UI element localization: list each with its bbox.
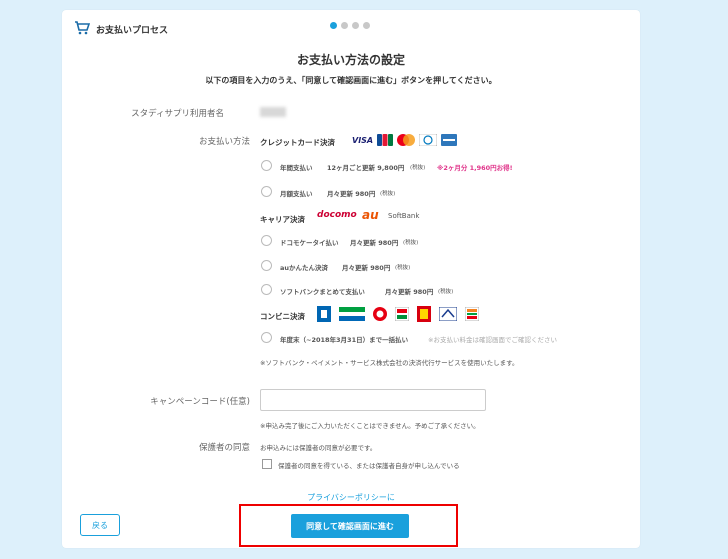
- dailyyamazaki-icon: [439, 307, 457, 321]
- page-title: お支払い方法の設定: [296, 53, 405, 67]
- docomo-option-name: ドコモケータイ払い: [280, 239, 339, 247]
- campaign-code-input[interactable]: [260, 389, 486, 411]
- credit-monthly-detail: 月々更新 980円: [327, 190, 376, 198]
- page-subtitle: 以下の項目を入力のうえ、「同意して確認画面に進む」ボタンを押してください。: [205, 76, 497, 85]
- credit-monthly-tax: (税抜): [380, 191, 396, 197]
- jcb-icon: [377, 134, 394, 146]
- back-button[interactable]: 戻る: [80, 514, 120, 536]
- softbank-logo: SoftBank: [388, 212, 420, 220]
- credit-monthly-name: 月額支払い: [280, 190, 313, 198]
- guardian-checkbox-label: 保護者の同意を得ている、または保護者自身が申し込んでいる: [278, 462, 460, 470]
- softbank-option-name: ソフトバンクまとめて支払い: [280, 288, 365, 296]
- credit-annual-tax: (税抜): [410, 165, 426, 171]
- campaign-code-note: ※申込み完了後にご入力いただくことはできません。予めご了承ください。: [260, 422, 480, 430]
- radio-softbank[interactable]: [261, 284, 272, 295]
- radio-convenience[interactable]: [261, 332, 272, 343]
- process-title: お支払いプロセス: [96, 26, 169, 36]
- credit-heading: クレジットカード決済: [260, 138, 335, 147]
- payment-card: お支払いプロセス お支払い方法の設定 以下の項目を入力のうえ、「同意して確認画面…: [62, 10, 640, 548]
- au-logo: au: [362, 208, 379, 222]
- credit-annual-name: 年間支払い: [280, 164, 313, 172]
- radio-credit-monthly[interactable]: [261, 186, 272, 197]
- step-dot-2: [341, 22, 348, 29]
- diners-icon: [419, 134, 438, 146]
- user-name-label: スタディサプリ利用者名: [131, 109, 224, 119]
- radio-au[interactable]: [261, 260, 272, 271]
- au-option-name: auかんたん決済: [280, 264, 329, 272]
- seveneleven-icon: [465, 307, 479, 321]
- au-option-tax: (税抜): [395, 265, 411, 271]
- visa-icon: VISA: [352, 135, 374, 145]
- softbank-option-detail: 月々更新 980円: [385, 288, 434, 296]
- convenience-heading: コンビニ決済: [260, 312, 305, 321]
- step-indicator: [330, 22, 370, 29]
- carrier-heading: キャリア決済: [260, 215, 305, 224]
- circlek-icon: [373, 307, 387, 321]
- docomo-option-tax: (税抜): [403, 240, 419, 246]
- softbank-option-tax: (税抜): [438, 289, 454, 295]
- mastercard-icon: [397, 134, 416, 146]
- docomo-logo: docomo: [317, 210, 357, 220]
- convenience-option-name: 年度末（~2018年3月31日）まで一括払い: [280, 336, 409, 344]
- convenience-store-logos: [317, 306, 479, 322]
- agree-and-confirm-button[interactable]: 同意して確認画面に進む: [291, 514, 409, 538]
- step-dot-3: [352, 22, 359, 29]
- campaign-code-label: キャンペーンコード(任意): [150, 397, 250, 407]
- convenience-note: ※ソフトバンク・ペイメント・サービス株式会社の決済代行サービスを使用いたします。: [260, 359, 519, 367]
- user-name-value-blurred: [260, 107, 286, 117]
- docomo-option-detail: 月々更新 980円: [350, 239, 399, 247]
- convenience-option-note: ※お支払い料金は確認画面でご確認ください: [428, 336, 557, 344]
- radio-credit-annual[interactable]: [261, 160, 272, 171]
- credit-annual-promo: ※2ヶ月分 1,960円お得!: [437, 164, 513, 172]
- step-dot-4: [363, 22, 370, 29]
- step-dot-1: [330, 22, 337, 29]
- guardian-text: お申込みには保護者の同意が必要です。: [260, 444, 377, 452]
- lawson-icon: [317, 306, 331, 322]
- privacy-policy-link[interactable]: プライバシーポリシーに: [62, 492, 640, 503]
- payment-method-label: お支払い方法: [198, 137, 250, 147]
- familymart-icon: [339, 307, 365, 321]
- card-brand-logos: VISA: [352, 133, 458, 147]
- au-option-detail: 月々更新 980円: [342, 264, 391, 272]
- guardian-checkbox[interactable]: [262, 459, 272, 469]
- credit-annual-detail: 12ヶ月ごと更新 9,800円: [327, 164, 405, 172]
- radio-docomo[interactable]: [261, 235, 272, 246]
- guardian-label: 保護者の同意: [198, 443, 250, 453]
- cart-icon: [75, 21, 90, 35]
- amex-icon: [441, 134, 458, 146]
- ministop-icon: [417, 306, 431, 322]
- sunkus-icon: [395, 307, 409, 321]
